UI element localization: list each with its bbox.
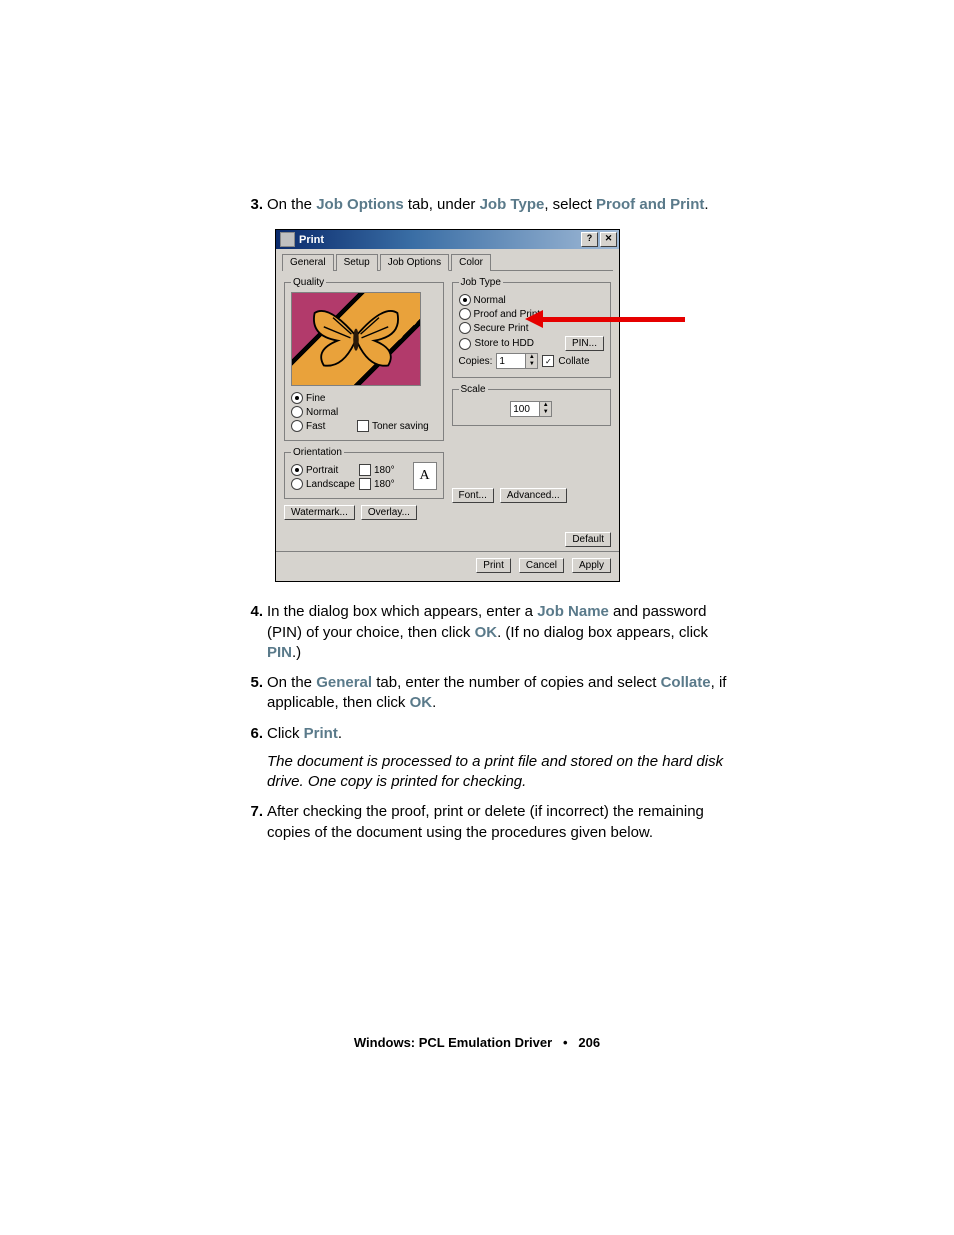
kw-proof-and-print: Proof and Print — [596, 196, 704, 213]
scale-input[interactable] — [511, 402, 539, 416]
advanced-button[interactable]: Advanced... — [500, 488, 567, 503]
landscape-180[interactable] — [359, 478, 371, 490]
print-dialog-screenshot: Print ? ✕ General Setup Job Options Colo… — [275, 229, 620, 582]
font-button[interactable]: Font... — [452, 488, 494, 503]
apply-button[interactable]: Apply — [572, 558, 611, 573]
orientation-portrait[interactable] — [291, 464, 303, 476]
kw-job-type: Job Type — [480, 196, 545, 213]
step-4: 4. In the dialog box which appears, ente… — [245, 602, 745, 663]
quality-fine[interactable]: Fine — [291, 392, 437, 404]
dialog-title: Print — [299, 234, 324, 246]
kw-job-name: Job Name — [537, 603, 609, 620]
step-6-note: The document is processed to a print fil… — [267, 752, 745, 793]
kw-job-options: Job Options — [316, 196, 404, 213]
tab-job-options[interactable]: Job Options — [380, 254, 449, 271]
jobtype-store[interactable] — [459, 338, 471, 350]
printer-icon — [280, 232, 295, 247]
step-5: 5. On the General tab, enter the number … — [245, 673, 745, 714]
step-number: 3. — [245, 195, 263, 215]
butterfly-icon — [310, 299, 402, 373]
quality-normal[interactable]: Normal — [291, 406, 437, 418]
overlay-button[interactable]: Overlay... — [361, 505, 417, 520]
kw-general: General — [316, 674, 372, 691]
copies-spinner[interactable]: ▲▼ — [496, 353, 538, 369]
kw-collate: Collate — [661, 674, 711, 691]
orientation-group: Orientation Portrait180° Landscape180° A — [284, 447, 444, 499]
jobtype-normal[interactable]: Normal — [459, 294, 605, 306]
portrait-180[interactable] — [359, 464, 371, 476]
default-button[interactable]: Default — [565, 532, 611, 547]
quality-fast[interactable] — [291, 420, 303, 432]
scale-spinner[interactable]: ▲▼ — [510, 401, 552, 417]
kw-ok-2: OK — [410, 694, 433, 711]
scale-legend: Scale — [459, 384, 488, 395]
step-text: On the Job Options tab, under Job Type, … — [267, 195, 745, 215]
quality-group: Quality Fine — [284, 277, 444, 441]
tab-setup[interactable]: Setup — [336, 254, 378, 271]
print-button[interactable]: Print — [476, 558, 511, 573]
kw-ok-1: OK — [475, 624, 498, 641]
step-7: 7. After checking the proof, print or de… — [245, 802, 745, 843]
collate-check[interactable]: ✓ — [542, 355, 554, 367]
scale-group: Scale ▲▼ — [452, 384, 612, 426]
jobtype-legend: Job Type — [459, 277, 503, 288]
step-3: 3. On the Job Options tab, under Job Typ… — [245, 195, 745, 215]
tab-strip: General Setup Job Options Color — [282, 253, 613, 271]
toner-saving-check[interactable] — [357, 420, 369, 432]
cancel-button[interactable]: Cancel — [519, 558, 564, 573]
tab-color[interactable]: Color — [451, 254, 491, 271]
watermark-button[interactable]: Watermark... — [284, 505, 355, 520]
quality-legend: Quality — [291, 277, 326, 288]
kw-pin: PIN — [267, 644, 292, 661]
page-footer: Windows: PCL Emulation Driver • 206 — [0, 1035, 954, 1050]
orientation-preview-icon: A — [413, 462, 437, 490]
step-6: 6. Click Print. The document is processe… — [245, 724, 745, 793]
copies-input[interactable] — [497, 354, 525, 368]
tab-general[interactable]: General — [282, 254, 334, 271]
left-column: Quality Fine — [284, 277, 444, 520]
pin-button[interactable]: PIN... — [565, 336, 604, 351]
print-dialog: Print ? ✕ General Setup Job Options Colo… — [275, 229, 620, 582]
orientation-landscape[interactable] — [291, 478, 303, 490]
kw-print: Print — [304, 725, 338, 742]
help-button[interactable]: ? — [581, 232, 598, 247]
orientation-legend: Orientation — [291, 447, 344, 458]
preview-image — [291, 292, 421, 386]
quality-fast-row: Fast Toner saving — [291, 420, 437, 432]
close-button[interactable]: ✕ — [600, 232, 617, 247]
callout-arrow — [525, 309, 685, 329]
document-content: 3. On the Job Options tab, under Job Typ… — [245, 195, 745, 853]
dialog-titlebar: Print ? ✕ — [276, 230, 619, 249]
